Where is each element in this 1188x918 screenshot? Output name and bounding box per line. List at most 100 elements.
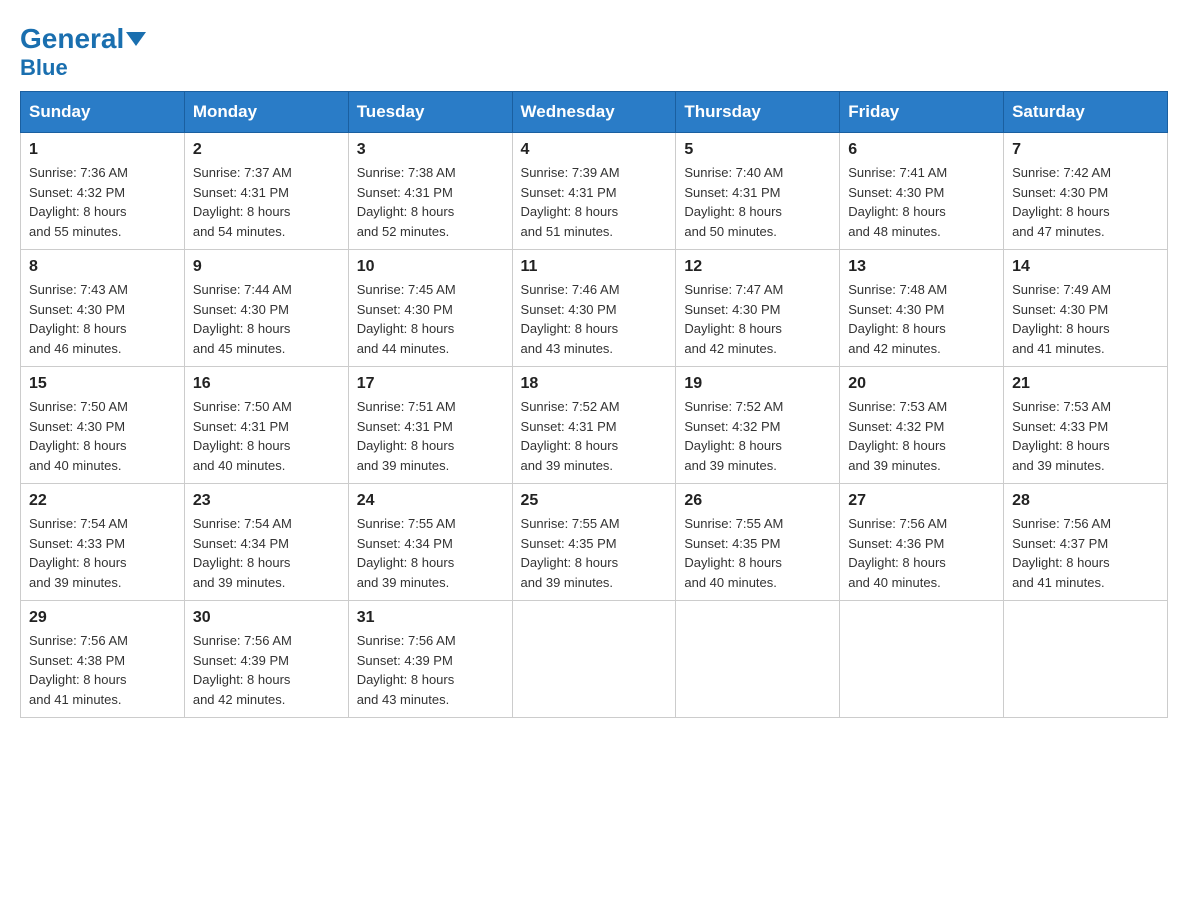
day-info: Sunrise: 7:56 AM Sunset: 4:39 PM Dayligh… [357, 631, 504, 709]
day-number: 20 [848, 375, 995, 393]
day-number: 29 [29, 609, 176, 627]
day-info: Sunrise: 7:55 AM Sunset: 4:35 PM Dayligh… [521, 514, 668, 592]
day-info: Sunrise: 7:37 AM Sunset: 4:31 PM Dayligh… [193, 163, 340, 241]
day-number: 28 [1012, 492, 1159, 510]
calendar-cell: 26 Sunrise: 7:55 AM Sunset: 4:35 PM Dayl… [676, 484, 840, 601]
calendar-table: SundayMondayTuesdayWednesdayThursdayFrid… [20, 91, 1168, 718]
calendar-cell: 22 Sunrise: 7:54 AM Sunset: 4:33 PM Dayl… [21, 484, 185, 601]
calendar-cell: 10 Sunrise: 7:45 AM Sunset: 4:30 PM Dayl… [348, 250, 512, 367]
day-number: 5 [684, 141, 831, 159]
day-number: 16 [193, 375, 340, 393]
day-info: Sunrise: 7:54 AM Sunset: 4:33 PM Dayligh… [29, 514, 176, 592]
calendar-cell: 19 Sunrise: 7:52 AM Sunset: 4:32 PM Dayl… [676, 367, 840, 484]
day-number: 27 [848, 492, 995, 510]
day-number: 14 [1012, 258, 1159, 276]
day-info: Sunrise: 7:52 AM Sunset: 4:31 PM Dayligh… [521, 397, 668, 475]
day-info: Sunrise: 7:47 AM Sunset: 4:30 PM Dayligh… [684, 280, 831, 358]
day-number: 7 [1012, 141, 1159, 159]
calendar-cell: 8 Sunrise: 7:43 AM Sunset: 4:30 PM Dayli… [21, 250, 185, 367]
day-number: 18 [521, 375, 668, 393]
day-info: Sunrise: 7:49 AM Sunset: 4:30 PM Dayligh… [1012, 280, 1159, 358]
page-header: General Blue [20, 20, 1168, 81]
calendar-week-4: 22 Sunrise: 7:54 AM Sunset: 4:33 PM Dayl… [21, 484, 1168, 601]
day-number: 8 [29, 258, 176, 276]
day-number: 2 [193, 141, 340, 159]
day-number: 6 [848, 141, 995, 159]
calendar-cell: 21 Sunrise: 7:53 AM Sunset: 4:33 PM Dayl… [1004, 367, 1168, 484]
day-info: Sunrise: 7:50 AM Sunset: 4:30 PM Dayligh… [29, 397, 176, 475]
calendar-cell: 5 Sunrise: 7:40 AM Sunset: 4:31 PM Dayli… [676, 133, 840, 250]
day-info: Sunrise: 7:44 AM Sunset: 4:30 PM Dayligh… [193, 280, 340, 358]
day-info: Sunrise: 7:56 AM Sunset: 4:38 PM Dayligh… [29, 631, 176, 709]
day-info: Sunrise: 7:55 AM Sunset: 4:35 PM Dayligh… [684, 514, 831, 592]
calendar-header-row: SundayMondayTuesdayWednesdayThursdayFrid… [21, 92, 1168, 133]
day-number: 23 [193, 492, 340, 510]
calendar-week-5: 29 Sunrise: 7:56 AM Sunset: 4:38 PM Dayl… [21, 601, 1168, 718]
day-info: Sunrise: 7:36 AM Sunset: 4:32 PM Dayligh… [29, 163, 176, 241]
calendar-cell: 17 Sunrise: 7:51 AM Sunset: 4:31 PM Dayl… [348, 367, 512, 484]
day-info: Sunrise: 7:40 AM Sunset: 4:31 PM Dayligh… [684, 163, 831, 241]
calendar-cell: 3 Sunrise: 7:38 AM Sunset: 4:31 PM Dayli… [348, 133, 512, 250]
day-number: 22 [29, 492, 176, 510]
calendar-cell: 20 Sunrise: 7:53 AM Sunset: 4:32 PM Dayl… [840, 367, 1004, 484]
day-number: 13 [848, 258, 995, 276]
day-number: 30 [193, 609, 340, 627]
day-number: 25 [521, 492, 668, 510]
day-number: 21 [1012, 375, 1159, 393]
column-header-thursday: Thursday [676, 92, 840, 133]
column-header-monday: Monday [184, 92, 348, 133]
calendar-cell: 29 Sunrise: 7:56 AM Sunset: 4:38 PM Dayl… [21, 601, 185, 718]
calendar-cell: 4 Sunrise: 7:39 AM Sunset: 4:31 PM Dayli… [512, 133, 676, 250]
calendar-cell [676, 601, 840, 718]
calendar-cell: 24 Sunrise: 7:55 AM Sunset: 4:34 PM Dayl… [348, 484, 512, 601]
day-info: Sunrise: 7:51 AM Sunset: 4:31 PM Dayligh… [357, 397, 504, 475]
calendar-cell: 2 Sunrise: 7:37 AM Sunset: 4:31 PM Dayli… [184, 133, 348, 250]
day-info: Sunrise: 7:39 AM Sunset: 4:31 PM Dayligh… [521, 163, 668, 241]
day-info: Sunrise: 7:53 AM Sunset: 4:33 PM Dayligh… [1012, 397, 1159, 475]
calendar-cell: 14 Sunrise: 7:49 AM Sunset: 4:30 PM Dayl… [1004, 250, 1168, 367]
calendar-week-1: 1 Sunrise: 7:36 AM Sunset: 4:32 PM Dayli… [21, 133, 1168, 250]
calendar-cell [512, 601, 676, 718]
calendar-cell: 9 Sunrise: 7:44 AM Sunset: 4:30 PM Dayli… [184, 250, 348, 367]
day-info: Sunrise: 7:55 AM Sunset: 4:34 PM Dayligh… [357, 514, 504, 592]
day-number: 24 [357, 492, 504, 510]
day-info: Sunrise: 7:46 AM Sunset: 4:30 PM Dayligh… [521, 280, 668, 358]
day-info: Sunrise: 7:45 AM Sunset: 4:30 PM Dayligh… [357, 280, 504, 358]
calendar-cell: 31 Sunrise: 7:56 AM Sunset: 4:39 PM Dayl… [348, 601, 512, 718]
day-number: 11 [521, 258, 668, 276]
calendar-cell: 28 Sunrise: 7:56 AM Sunset: 4:37 PM Dayl… [1004, 484, 1168, 601]
day-info: Sunrise: 7:38 AM Sunset: 4:31 PM Dayligh… [357, 163, 504, 241]
calendar-cell: 13 Sunrise: 7:48 AM Sunset: 4:30 PM Dayl… [840, 250, 1004, 367]
day-info: Sunrise: 7:56 AM Sunset: 4:39 PM Dayligh… [193, 631, 340, 709]
day-number: 10 [357, 258, 504, 276]
calendar-cell [840, 601, 1004, 718]
day-info: Sunrise: 7:56 AM Sunset: 4:37 PM Dayligh… [1012, 514, 1159, 592]
calendar-cell: 27 Sunrise: 7:56 AM Sunset: 4:36 PM Dayl… [840, 484, 1004, 601]
day-number: 31 [357, 609, 504, 627]
column-header-tuesday: Tuesday [348, 92, 512, 133]
day-info: Sunrise: 7:42 AM Sunset: 4:30 PM Dayligh… [1012, 163, 1159, 241]
day-info: Sunrise: 7:43 AM Sunset: 4:30 PM Dayligh… [29, 280, 176, 358]
column-header-wednesday: Wednesday [512, 92, 676, 133]
calendar-cell: 6 Sunrise: 7:41 AM Sunset: 4:30 PM Dayli… [840, 133, 1004, 250]
logo-general: General [20, 25, 146, 53]
calendar-cell: 7 Sunrise: 7:42 AM Sunset: 4:30 PM Dayli… [1004, 133, 1168, 250]
day-number: 12 [684, 258, 831, 276]
calendar-cell: 23 Sunrise: 7:54 AM Sunset: 4:34 PM Dayl… [184, 484, 348, 601]
calendar-cell: 11 Sunrise: 7:46 AM Sunset: 4:30 PM Dayl… [512, 250, 676, 367]
calendar-cell [1004, 601, 1168, 718]
day-number: 1 [29, 141, 176, 159]
calendar-cell: 12 Sunrise: 7:47 AM Sunset: 4:30 PM Dayl… [676, 250, 840, 367]
column-header-sunday: Sunday [21, 92, 185, 133]
day-number: 15 [29, 375, 176, 393]
logo: General Blue [20, 20, 146, 81]
logo-blue-text: Blue [20, 55, 68, 81]
day-number: 9 [193, 258, 340, 276]
calendar-week-3: 15 Sunrise: 7:50 AM Sunset: 4:30 PM Dayl… [21, 367, 1168, 484]
day-info: Sunrise: 7:53 AM Sunset: 4:32 PM Dayligh… [848, 397, 995, 475]
day-info: Sunrise: 7:52 AM Sunset: 4:32 PM Dayligh… [684, 397, 831, 475]
calendar-cell: 16 Sunrise: 7:50 AM Sunset: 4:31 PM Dayl… [184, 367, 348, 484]
day-number: 26 [684, 492, 831, 510]
calendar-cell: 25 Sunrise: 7:55 AM Sunset: 4:35 PM Dayl… [512, 484, 676, 601]
day-number: 19 [684, 375, 831, 393]
